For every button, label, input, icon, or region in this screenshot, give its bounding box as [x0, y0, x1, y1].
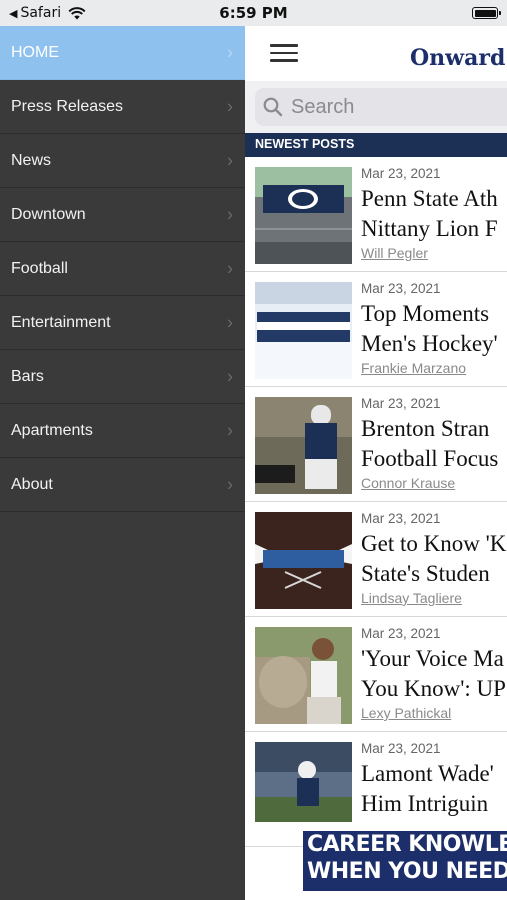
post-date: Mar 23, 2021 — [361, 511, 441, 526]
post-title: Brenton Stran Football Focus — [361, 414, 507, 474]
status-bar: ◀ Safari 6:59 PM — [0, 0, 507, 26]
post-item[interactable]: Mar 23, 2021 Penn State Ath Nittany Lion… — [245, 157, 507, 272]
post-thumbnail-lion-shrine — [255, 627, 352, 724]
chevron-right-icon: › — [227, 204, 233, 224]
main-content: Onward State Search NEWEST POSTS — [245, 0, 507, 900]
post-title-line: You Know': UP — [361, 676, 506, 701]
post-title: Lamont Wade' Him Intriguin — [361, 759, 507, 819]
post-title-line: Lamont Wade' — [361, 761, 494, 786]
post-title-line: Brenton Stran — [361, 416, 490, 441]
post-date: Mar 23, 2021 — [361, 166, 441, 181]
post-title: Get to Know 'K State's Studen — [361, 529, 507, 589]
advertisement-banner[interactable]: CAREER KNOWLE WHEN YOU NEED — [303, 831, 507, 891]
search-bar: Search — [245, 81, 507, 133]
menu-item-entertainment[interactable]: Entertainment › — [0, 296, 245, 350]
chevron-right-icon: › — [227, 258, 233, 278]
menu-item-label: Downtown — [11, 205, 86, 223]
post-date: Mar 23, 2021 — [361, 626, 441, 641]
chevron-right-icon: › — [227, 150, 233, 170]
search-icon — [263, 97, 283, 117]
post-date: Mar 23, 2021 — [361, 281, 441, 296]
post-author-link[interactable]: Connor Krause — [361, 475, 455, 491]
post-thumbnail-football-player — [255, 397, 352, 494]
post-title-line: Top Moments — [361, 301, 490, 326]
chevron-right-icon: › — [227, 474, 233, 494]
post-title-line: Football Focus — [361, 446, 499, 471]
chevron-right-icon: › — [227, 312, 233, 332]
menu-item-downtown[interactable]: Downtown › — [0, 188, 245, 242]
status-time: 6:59 PM — [219, 4, 288, 22]
menu-item-news[interactable]: News › — [0, 134, 245, 188]
post-title-line: Get to Know 'K — [361, 531, 507, 556]
brand-logo: Onward State — [410, 45, 507, 71]
post-title-line: 'Your Voice Ma — [361, 646, 504, 671]
hamburger-menu-icon[interactable] — [270, 44, 298, 62]
menu-item-label: HOME — [11, 43, 59, 61]
chevron-right-icon: › — [227, 42, 233, 62]
chevron-right-icon: › — [227, 420, 233, 440]
menu-item-home[interactable]: HOME › — [0, 26, 245, 80]
post-item[interactable]: Mar 23, 2021 Get to Know 'K State's Stud… — [245, 502, 507, 617]
section-header: NEWEST POSTS — [245, 133, 507, 157]
menu-item-about[interactable]: About › — [0, 458, 245, 512]
post-item[interactable]: Mar 23, 2021 Brenton Stran Football Focu… — [245, 387, 507, 502]
menu-item-apartments[interactable]: Apartments › — [0, 404, 245, 458]
post-author-link[interactable]: Will Pegler — [361, 245, 428, 261]
post-title: Penn State Ath Nittany Lion F — [361, 184, 507, 244]
post-item[interactable]: Mar 23, 2021 Top Moments Men's Hockey' F… — [245, 272, 507, 387]
menu-item-football[interactable]: Football › — [0, 242, 245, 296]
post-title-line: Penn State Ath — [361, 186, 498, 211]
menu-item-bars[interactable]: Bars › — [0, 350, 245, 404]
post-date: Mar 23, 2021 — [361, 396, 441, 411]
post-item[interactable]: Mar 23, 2021 'Your Voice Ma You Know': U… — [245, 617, 507, 732]
menu-item-label: Apartments — [11, 421, 93, 439]
post-date: Mar 23, 2021 — [361, 741, 441, 756]
search-input[interactable]: Search — [255, 88, 507, 126]
menu-item-label: About — [11, 475, 53, 493]
search-placeholder: Search — [291, 96, 355, 118]
post-author-link[interactable]: Frankie Marzano — [361, 360, 466, 376]
ad-text-line: CAREER KNOWLE — [307, 832, 507, 857]
post-author-link[interactable]: Lexy Pathickal — [361, 705, 451, 721]
post-thumbnail-stadium — [255, 167, 352, 264]
menu-item-label: Entertainment — [11, 313, 111, 331]
menu-item-label: Press Releases — [11, 97, 124, 115]
menu-item-label: Bars — [11, 367, 44, 385]
post-title-line: Him Intriguin — [361, 791, 489, 816]
menu-item-label: News — [11, 151, 52, 169]
chevron-right-icon: › — [227, 96, 233, 116]
app-header: Onward State — [245, 26, 507, 81]
menu-item-label: Football — [11, 259, 68, 277]
post-title: Top Moments Men's Hockey' — [361, 299, 507, 359]
post-thumbnail-football-game — [255, 742, 352, 839]
post-thumbnail-kalliope-logo — [255, 512, 352, 609]
post-title: 'Your Voice Ma You Know': UP — [361, 644, 507, 704]
post-author-link[interactable]: Lindsay Tagliere — [361, 590, 462, 606]
post-title-line: Nittany Lion F — [361, 216, 498, 241]
post-item[interactable]: Mar 23, 2021 Lamont Wade' Him Intriguin — [245, 732, 507, 847]
side-menu: HOME › Press Releases › News › Downtown … — [0, 26, 245, 900]
post-title-line: Men's Hockey' — [361, 331, 498, 356]
battery-icon — [472, 7, 501, 19]
chevron-right-icon: › — [227, 366, 233, 386]
post-list: Mar 23, 2021 Penn State Ath Nittany Lion… — [245, 157, 507, 847]
menu-item-press-releases[interactable]: Press Releases › — [0, 80, 245, 134]
section-title: NEWEST POSTS — [255, 137, 355, 151]
post-thumbnail-hockey-team — [255, 282, 352, 379]
ad-text-line: WHEN YOU NEED — [307, 859, 507, 884]
post-title-line: State's Studen — [361, 561, 490, 586]
